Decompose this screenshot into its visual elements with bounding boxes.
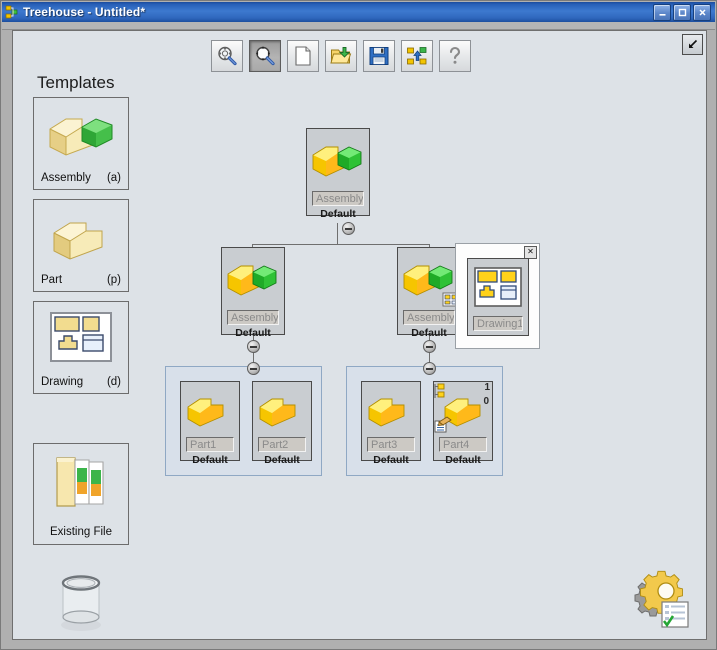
tree-node-part4[interactable]: 1 0 Part4 Default xyxy=(433,381,493,466)
collapse-toggle-group-left[interactable] xyxy=(247,362,260,375)
template-drawing-text: Drawing xyxy=(41,376,84,388)
node-name-field-part1[interactable]: Part1 xyxy=(186,437,234,452)
tree-node-part1[interactable]: Part1 Default xyxy=(180,381,240,466)
gears-checklist-icon[interactable] xyxy=(628,569,694,629)
node-name-field-assembly2[interactable]: Assembly2 xyxy=(227,310,279,325)
template-part-shortcut: (p) xyxy=(106,274,121,286)
collapse-toggle-assembly3[interactable] xyxy=(423,340,436,353)
templates-heading: Templates xyxy=(37,73,115,92)
collapse-toggle-group-right[interactable] xyxy=(423,362,436,375)
maximize-button[interactable] xyxy=(673,3,691,21)
part4-counter-top: 1 xyxy=(484,382,490,393)
zoom-selection-button[interactable] xyxy=(249,40,281,72)
tree-node-drawing1[interactable]: Drawing1 xyxy=(467,258,529,336)
pencil-note-badge-icon xyxy=(434,416,452,438)
part-block-icon xyxy=(362,382,420,437)
edge-a1-down xyxy=(337,223,338,245)
trash-bin-icon[interactable] xyxy=(46,569,116,635)
collapse-toggle-assembly2[interactable] xyxy=(247,340,260,353)
node-config-part3: Default xyxy=(373,454,409,466)
open-folder-pages-icon xyxy=(34,444,128,522)
window-chrome-strip xyxy=(2,22,715,30)
part-block-icon: 1 0 xyxy=(434,382,492,437)
node-config-part1: Default xyxy=(192,454,228,466)
template-assembly-shortcut: (a) xyxy=(106,172,121,184)
drawing-sheet-icon xyxy=(468,259,528,314)
collapse-toggle-assembly1[interactable] xyxy=(342,222,355,235)
zoom-fit-button[interactable] xyxy=(211,40,243,72)
minimize-button[interactable] xyxy=(653,3,671,21)
tree-node-part2[interactable]: Part2 Default xyxy=(252,381,312,466)
application-window: Treehouse - Untitled* Templates Assembly… xyxy=(0,0,717,650)
node-config-part4: Default xyxy=(445,454,481,466)
save-button[interactable] xyxy=(363,40,395,72)
arrow-down-left-icon[interactable] xyxy=(682,34,703,55)
tree-node-assembly3[interactable]: Assembly3 Default xyxy=(397,247,461,339)
template-drawing[interactable]: Drawing (d) xyxy=(33,301,129,394)
drawing-panel[interactable]: ✕ Drawing1 xyxy=(455,243,540,349)
template-drawing-shortcut: (d) xyxy=(106,376,121,388)
assembly-block-icon xyxy=(398,248,460,310)
close-button[interactable] xyxy=(693,3,711,21)
node-config-assembly1: Default xyxy=(320,208,356,220)
node-name-field-drawing1[interactable]: Drawing1 xyxy=(473,316,523,331)
assembly-block-icon xyxy=(307,129,369,191)
template-existing-file-label: Existing File xyxy=(34,522,128,542)
title-bar: Treehouse - Untitled* xyxy=(2,2,715,22)
template-assembly-label: Assembly (a) xyxy=(34,168,128,188)
window-title: Treehouse - Untitled* xyxy=(23,5,146,19)
template-part-label: Part (p) xyxy=(34,270,128,290)
edge-bus xyxy=(252,244,430,245)
node-name-field-assembly1[interactable]: Assembly1 xyxy=(312,191,364,206)
drawing-sheet-icon xyxy=(34,302,128,372)
open-folder-button[interactable] xyxy=(325,40,357,72)
template-part-text: Part xyxy=(41,274,63,286)
node-name-field-assembly3[interactable]: Assembly3 xyxy=(403,310,455,325)
node-config-part2: Default xyxy=(264,454,300,466)
tree-node-assembly1[interactable]: Assembly1 Default xyxy=(306,128,370,220)
tree-node-part3[interactable]: Part3 Default xyxy=(361,381,421,466)
toolbar xyxy=(211,40,471,72)
help-button[interactable] xyxy=(439,40,471,72)
tree-node-assembly2[interactable]: Assembly2 Default xyxy=(221,247,285,339)
assembly-block-icon xyxy=(34,98,128,168)
part-block-icon xyxy=(181,382,239,437)
assembly-block-icon xyxy=(222,248,284,310)
export-tree-button[interactable] xyxy=(401,40,433,72)
template-assembly-text: Assembly xyxy=(41,172,91,184)
template-existing-file[interactable]: Existing File xyxy=(33,443,129,545)
tree-canvas[interactable]: Templates Assembly (a) Part (p) Drawing … xyxy=(12,30,707,640)
node-config-assembly3: Default xyxy=(411,327,447,339)
treehouse-icon xyxy=(5,5,19,19)
template-assembly[interactable]: Assembly (a) xyxy=(33,97,129,190)
template-drawing-label: Drawing (d) xyxy=(34,372,128,392)
node-config-assembly2: Default xyxy=(235,327,271,339)
node-name-field-part3[interactable]: Part3 xyxy=(367,437,415,452)
part-block-icon xyxy=(34,200,128,270)
template-existing-file-text: Existing File xyxy=(50,526,112,538)
part4-counter-bottom: 0 xyxy=(483,396,489,407)
part-block-icon xyxy=(253,382,311,437)
template-part[interactable]: Part (p) xyxy=(33,199,129,292)
part-link-badge-icon xyxy=(434,383,448,404)
new-document-button[interactable] xyxy=(287,40,319,72)
node-name-field-part4[interactable]: Part4 xyxy=(439,437,487,452)
node-name-field-part2[interactable]: Part2 xyxy=(258,437,306,452)
